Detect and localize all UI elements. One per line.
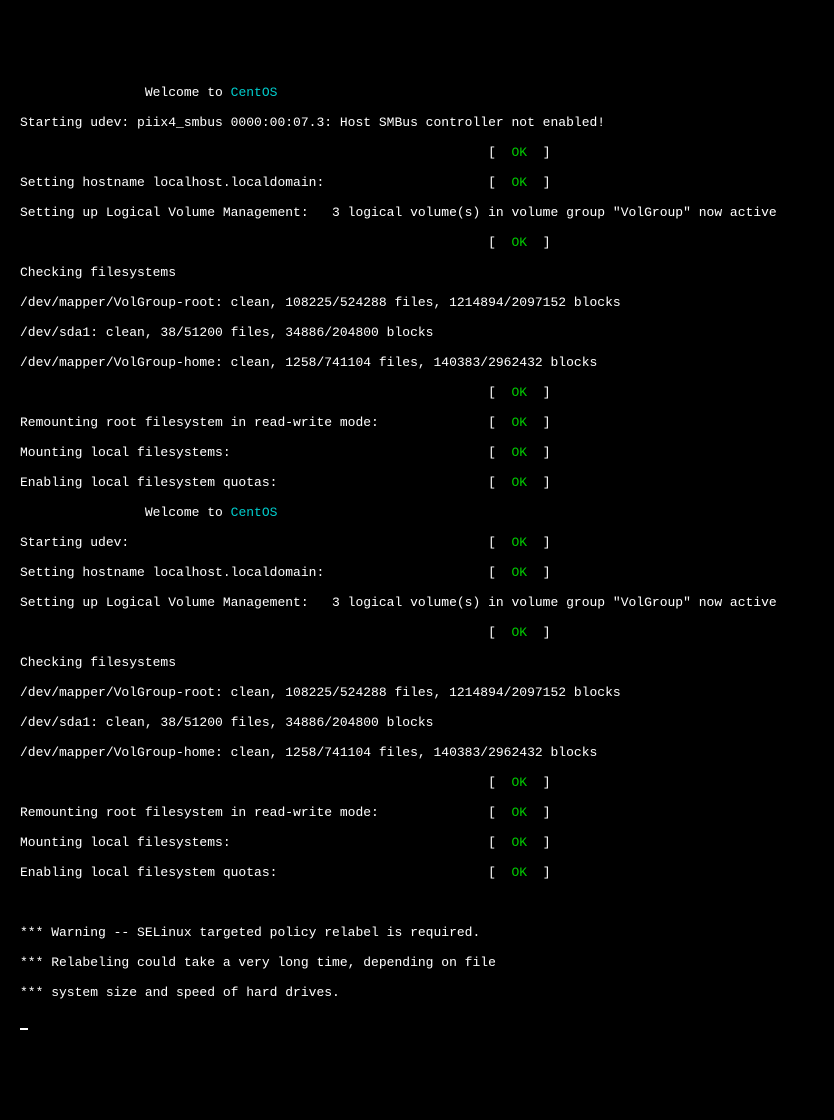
ok-status: OK [511, 385, 527, 400]
udev-start-line: Starting udev: [ OK ] [20, 535, 814, 550]
ok-status: OK [511, 835, 527, 850]
status-line: [ OK ] [20, 625, 814, 640]
remount-line: Remounting root filesystem in read-write… [20, 415, 814, 430]
ok-status: OK [511, 445, 527, 460]
status-line: [ OK ] [20, 385, 814, 400]
status-line: [ OK ] [20, 235, 814, 250]
fs-home-line: /dev/mapper/VolGroup-home: clean, 1258/7… [20, 355, 814, 370]
mount-local-line-2: Mounting local filesystems: [ OK ] [20, 835, 814, 850]
hostname-line-2: Setting hostname localhost.localdomain: … [20, 565, 814, 580]
ok-status: OK [511, 865, 527, 880]
ok-status: OK [511, 775, 527, 790]
udev-piix-line: Starting udev: piix4_smbus 0000:00:07.3:… [20, 115, 814, 130]
ok-status: OK [511, 535, 527, 550]
fs-sda1-line-2: /dev/sda1: clean, 38/51200 files, 34886/… [20, 715, 814, 730]
ok-status: OK [511, 625, 527, 640]
cursor-line [20, 1015, 814, 1030]
checking-fs-line-2: Checking filesystems [20, 655, 814, 670]
welcome-line-2: Welcome to CentOS [20, 505, 814, 520]
hostname-line: Setting hostname localhost.localdomain: … [20, 175, 814, 190]
ok-status: OK [511, 475, 527, 490]
checking-fs-line: Checking filesystems [20, 265, 814, 280]
welcome-prefix: Welcome to [20, 505, 231, 520]
welcome-prefix: Welcome to [20, 85, 231, 100]
blank-line [20, 895, 814, 910]
ok-status: OK [511, 175, 527, 190]
mount-local-line: Mounting local filesystems: [ OK ] [20, 445, 814, 460]
selinux-warning-3: *** system size and speed of hard drives… [20, 985, 814, 1000]
status-line: [ OK ] [20, 145, 814, 160]
welcome-line-1: Welcome to CentOS [20, 85, 814, 100]
selinux-warning-1: *** Warning -- SELinux targeted policy r… [20, 925, 814, 940]
selinux-warning-2: *** Relabeling could take a very long ti… [20, 955, 814, 970]
remount-line-2: Remounting root filesystem in read-write… [20, 805, 814, 820]
fs-root-line: /dev/mapper/VolGroup-root: clean, 108225… [20, 295, 814, 310]
ok-status: OK [511, 805, 527, 820]
status-line: [ OK ] [20, 775, 814, 790]
boot-console: Welcome to CentOS Starting udev: piix4_s… [20, 70, 814, 1045]
os-name: CentOS [231, 505, 278, 520]
ok-status: OK [511, 415, 527, 430]
lvm-line-2: Setting up Logical Volume Management: 3 … [20, 595, 814, 610]
fs-sda1-line: /dev/sda1: clean, 38/51200 files, 34886/… [20, 325, 814, 340]
enable-quota-line: Enabling local filesystem quotas: [ OK ] [20, 475, 814, 490]
ok-status: OK [511, 235, 527, 250]
lvm-line: Setting up Logical Volume Management: 3 … [20, 205, 814, 220]
cursor-icon [20, 1028, 28, 1030]
os-name: CentOS [231, 85, 278, 100]
fs-root-line-2: /dev/mapper/VolGroup-root: clean, 108225… [20, 685, 814, 700]
enable-quota-line-2: Enabling local filesystem quotas: [ OK ] [20, 865, 814, 880]
fs-home-line-2: /dev/mapper/VolGroup-home: clean, 1258/7… [20, 745, 814, 760]
ok-status: OK [511, 565, 527, 580]
ok-status: OK [511, 145, 527, 160]
